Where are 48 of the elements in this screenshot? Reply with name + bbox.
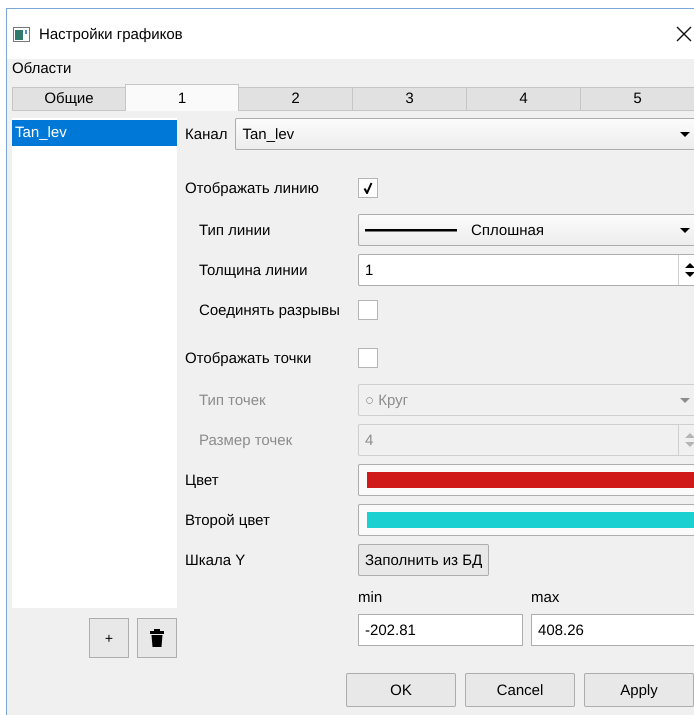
- min-input[interactable]: -202.81: [358, 614, 523, 646]
- max-input[interactable]: 408.26: [531, 614, 694, 646]
- field-label: min: [358, 588, 384, 608]
- field-label: Размер точек: [199, 432, 294, 448]
- add-button[interactable]: +: [89, 618, 129, 658]
- checkmark-icon: [363, 182, 373, 194]
- section-label: Области: [12, 59, 72, 79]
- solid-line-icon: [365, 228, 457, 232]
- close-button[interactable]: [676, 26, 692, 42]
- list-item[interactable]: Tan_lev: [12, 120, 177, 146]
- dropdown[interactable]: Сплошная: [358, 214, 694, 246]
- dialog-button[interactable]: Apply: [584, 673, 694, 707]
- checkbox[interactable]: [358, 300, 378, 320]
- color-picker[interactable]: [358, 464, 694, 496]
- tab[interactable]: 1: [125, 84, 239, 111]
- dropdown-arrow-icon: [679, 226, 691, 234]
- field-label: Канал: [185, 126, 228, 142]
- field-label: Второй цвет: [185, 512, 271, 528]
- checkbox[interactable]: [358, 178, 378, 198]
- field-label: Цвет: [185, 472, 220, 488]
- spin-arrows-icon: [685, 432, 694, 448]
- field-label: Соединять разрывы: [199, 302, 341, 318]
- tab[interactable]: Общие: [12, 87, 126, 111]
- dialog-button[interactable]: OK: [346, 673, 456, 707]
- spin-box[interactable]: 1: [358, 254, 694, 286]
- app-window-icon: [13, 26, 30, 42]
- field-label: max: [531, 588, 560, 608]
- dialog-button[interactable]: Cancel: [465, 673, 575, 707]
- delete-button[interactable]: [137, 618, 177, 658]
- field-label: Тип линии: [199, 222, 272, 238]
- field-label: Тип точек: [199, 392, 267, 408]
- field-label: Шкала Y: [185, 552, 246, 568]
- checkbox[interactable]: [358, 348, 378, 368]
- color-picker[interactable]: [358, 504, 694, 536]
- tab[interactable]: 5: [581, 87, 694, 111]
- fill-button[interactable]: Заполнить из БД: [358, 544, 490, 576]
- spin-arrows-icon: [685, 262, 694, 278]
- dropdown-arrow-icon: [679, 130, 691, 138]
- window-title: Настройки графиков: [39, 26, 184, 42]
- tab[interactable]: 3: [353, 87, 467, 111]
- channel-dropdown[interactable]: Tan_lev: [235, 118, 694, 150]
- tab[interactable]: 4: [467, 87, 581, 111]
- field-label: Толщина линии: [199, 262, 308, 278]
- trash-icon: [150, 629, 164, 647]
- tab[interactable]: 2: [239, 87, 353, 111]
- field-label: Отображать линию: [185, 180, 320, 196]
- field-label: Отображать точки: [185, 350, 312, 366]
- dropdown-arrow-icon: [679, 396, 691, 404]
